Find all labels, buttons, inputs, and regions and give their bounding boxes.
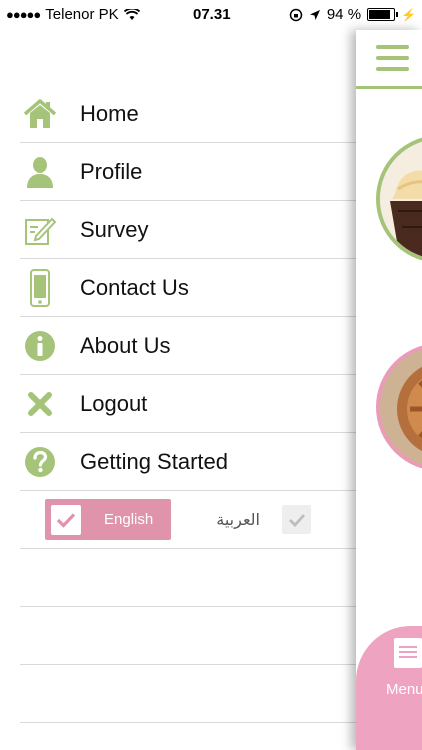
empty-row <box>20 607 356 665</box>
home-icon <box>21 98 59 129</box>
location-icon <box>309 9 320 20</box>
language-option-english[interactable]: English <box>45 499 171 540</box>
menu-item-contact-us[interactable]: Contact Us <box>20 259 356 317</box>
menu-item-logout[interactable]: Logout <box>20 375 356 433</box>
rotation-lock-icon <box>289 8 303 21</box>
checkbox-checked-icon[interactable] <box>51 504 81 535</box>
cupcake-image[interactable] <box>376 135 422 263</box>
close-icon <box>21 391 59 416</box>
status-bar: ●●●●● Telenor PK 07.31 94 % ⚡ <box>0 0 422 30</box>
edit-icon <box>21 214 59 246</box>
menu-item-label: Survey <box>80 216 149 242</box>
menu-tab-button[interactable]: Menu <box>356 626 422 750</box>
language-label-arabic: العربية <box>216 510 260 529</box>
language-option-arabic[interactable]: العربية <box>180 499 311 540</box>
carrier-name: Telenor PK <box>45 6 119 23</box>
language-selector: English العربية <box>20 491 356 549</box>
charging-icon: ⚡ <box>401 7 416 22</box>
hamburger-menu-icon[interactable] <box>376 45 409 78</box>
user-icon <box>21 156 59 188</box>
language-label-english: English <box>104 511 154 528</box>
wifi-icon <box>123 8 140 20</box>
menu-item-getting-started[interactable]: Getting Started <box>20 433 356 491</box>
menu-item-label: Home <box>80 100 139 126</box>
menu-item-label: Profile <box>80 158 143 184</box>
pie-image[interactable] <box>376 343 422 471</box>
clock: 07.31 <box>193 6 231 23</box>
side-menu: Home Profile Survey Contact Us About Us … <box>20 85 356 723</box>
menu-item-survey[interactable]: Survey <box>20 201 356 259</box>
empty-row <box>20 665 356 723</box>
battery-icon <box>367 8 399 21</box>
battery-percent: 94 % <box>326 6 362 23</box>
menu-item-label: Getting Started <box>80 448 228 474</box>
menu-document-icon <box>394 638 422 668</box>
menu-tab-label: Menu <box>386 681 422 698</box>
help-icon <box>21 446 59 478</box>
signal-strength-icon: ●●●●● <box>6 7 41 22</box>
menu-item-profile[interactable]: Profile <box>20 143 356 201</box>
phone-icon <box>21 268 59 307</box>
menu-item-label: Contact Us <box>80 274 189 300</box>
info-icon <box>21 330 59 362</box>
menu-item-label: Logout <box>80 390 148 416</box>
menu-item-about-us[interactable]: About Us <box>20 317 356 375</box>
empty-row <box>20 549 356 607</box>
menu-item-label: About Us <box>80 332 171 358</box>
checkbox-unchecked-icon[interactable] <box>282 505 311 534</box>
navigation-bar <box>356 30 422 89</box>
main-content-panel[interactable]: Menu <box>356 30 422 750</box>
menu-item-home[interactable]: Home <box>20 85 356 143</box>
